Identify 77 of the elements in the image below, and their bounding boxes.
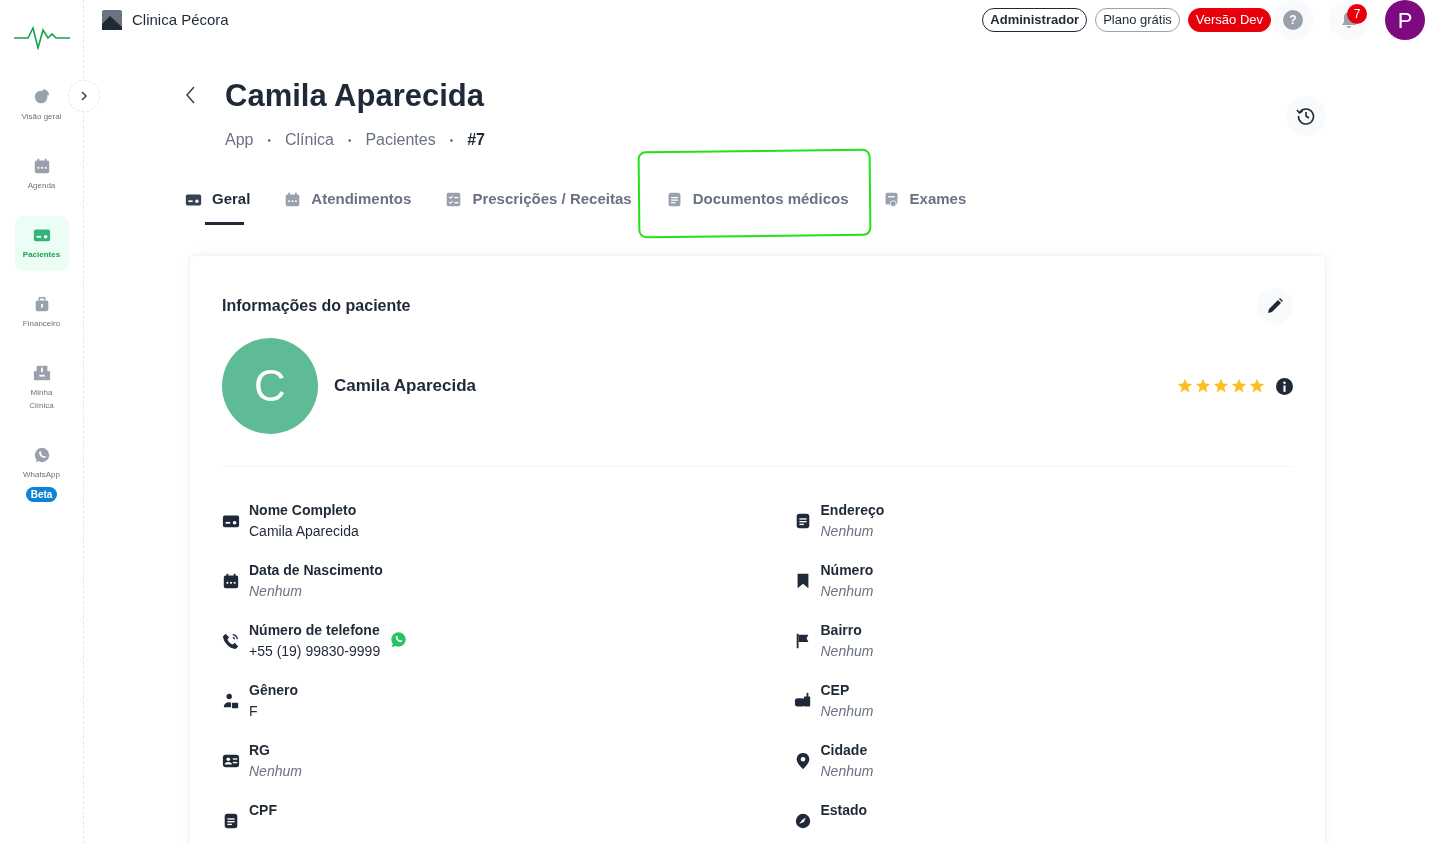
page-title: Camila Aparecida	[225, 77, 485, 115]
field-label: CPF	[249, 801, 277, 820]
building-icon	[32, 364, 51, 382]
field-value: Nenhum	[820, 522, 875, 541]
field-value: Nenhum	[820, 762, 874, 781]
field-label: CEP	[820, 681, 850, 700]
tab-underline	[205, 222, 245, 225]
status-badge: Versão Dev	[1187, 8, 1271, 32]
tab[interactable]: Prescrições / Receitas	[445, 182, 632, 216]
separator-dot: •	[449, 133, 454, 148]
field-label: Estado	[820, 801, 868, 820]
history-icon	[1296, 106, 1316, 126]
calendar-icon	[222, 572, 240, 590]
info-icon[interactable]	[1276, 377, 1293, 395]
section-title: Informações do paciente	[222, 296, 411, 316]
field-label: Número	[820, 561, 874, 580]
field-value: Camila Aparecida	[249, 522, 359, 541]
sidebar-item[interactable]: WhatsApp Beta	[14, 436, 69, 512]
field-label: Gênero	[249, 681, 298, 700]
field-value: Nenhum	[249, 762, 302, 781]
separator-dot: •	[267, 133, 271, 148]
breadcrumb-link[interactable]: App	[225, 128, 254, 152]
document-icon	[222, 812, 240, 830]
sidebar-item[interactable]: Agenda	[14, 147, 69, 202]
breadcrumb-link[interactable]: Clínica	[285, 128, 334, 152]
chevron-right-icon	[79, 91, 89, 101]
calendar-icon	[284, 190, 302, 208]
pencil-icon	[1266, 297, 1284, 315]
sidebar-item[interactable]: Visão geral	[14, 78, 69, 133]
sidebar-toggle-button[interactable]	[68, 80, 100, 112]
checklist-icon	[445, 190, 463, 208]
field-value: Nenhum	[820, 702, 874, 721]
patient-name: Camila Aparecida	[334, 375, 477, 398]
tab[interactable]: Exames	[882, 182, 967, 216]
field-label: Data de Nascimento	[249, 561, 383, 580]
field-value: Nenhum	[249, 582, 303, 601]
sidebar-item[interactable]: Pacientes	[14, 216, 69, 271]
separator-dot: •	[347, 133, 352, 148]
pie-chart-icon	[32, 88, 51, 106]
star-icon	[1213, 378, 1229, 394]
patient-avatar: C	[222, 338, 318, 434]
beta-badge: Beta	[25, 487, 58, 502]
field-label: Bairro	[820, 621, 862, 640]
breadcrumb-current: #7	[467, 130, 485, 150]
chevron-left-icon	[186, 86, 196, 104]
calendar-icon	[32, 157, 51, 175]
id-card-icon	[222, 752, 240, 770]
edit-button[interactable]	[1257, 288, 1293, 324]
image-icon	[102, 10, 122, 30]
tab[interactable]: Documentos médicos	[665, 182, 849, 216]
person-icon	[222, 692, 240, 710]
star-icon	[1177, 378, 1193, 394]
sidebar-item[interactable]: Minha Clínica	[14, 354, 69, 422]
heartbeat-logo[interactable]	[13, 24, 70, 50]
star-icon	[1195, 378, 1211, 394]
tab[interactable]: Atendimentos	[284, 182, 412, 216]
field-label: Número de telefone	[249, 621, 380, 640]
star-icon	[1249, 378, 1265, 394]
field-value: Nenhum	[820, 642, 874, 661]
field-label: Cidade	[820, 741, 868, 760]
compass-icon	[793, 812, 812, 830]
field-value: +55 (19) 99830-9999	[249, 642, 381, 661]
sidebar-item[interactable]: Financeiro	[14, 285, 69, 340]
field-value: Nenhum	[820, 582, 874, 601]
user-avatar[interactable]: P	[1385, 0, 1425, 40]
field-label: RG	[249, 741, 270, 760]
clinic-name[interactable]: Clinica Pécora	[132, 8, 229, 32]
field-value: F	[249, 702, 259, 721]
tab[interactable]: Geral	[185, 182, 251, 216]
chat-phone-icon	[32, 446, 51, 464]
breadcrumb-link[interactable]: Pacientes	[365, 128, 436, 152]
help-button[interactable]: ?	[1273, 0, 1313, 40]
field-label: Endereço	[820, 501, 885, 520]
phone-icon	[222, 632, 240, 650]
history-button[interactable]	[1286, 96, 1326, 136]
field-label: Nome Completo	[249, 501, 357, 520]
star-icon	[1231, 378, 1247, 394]
